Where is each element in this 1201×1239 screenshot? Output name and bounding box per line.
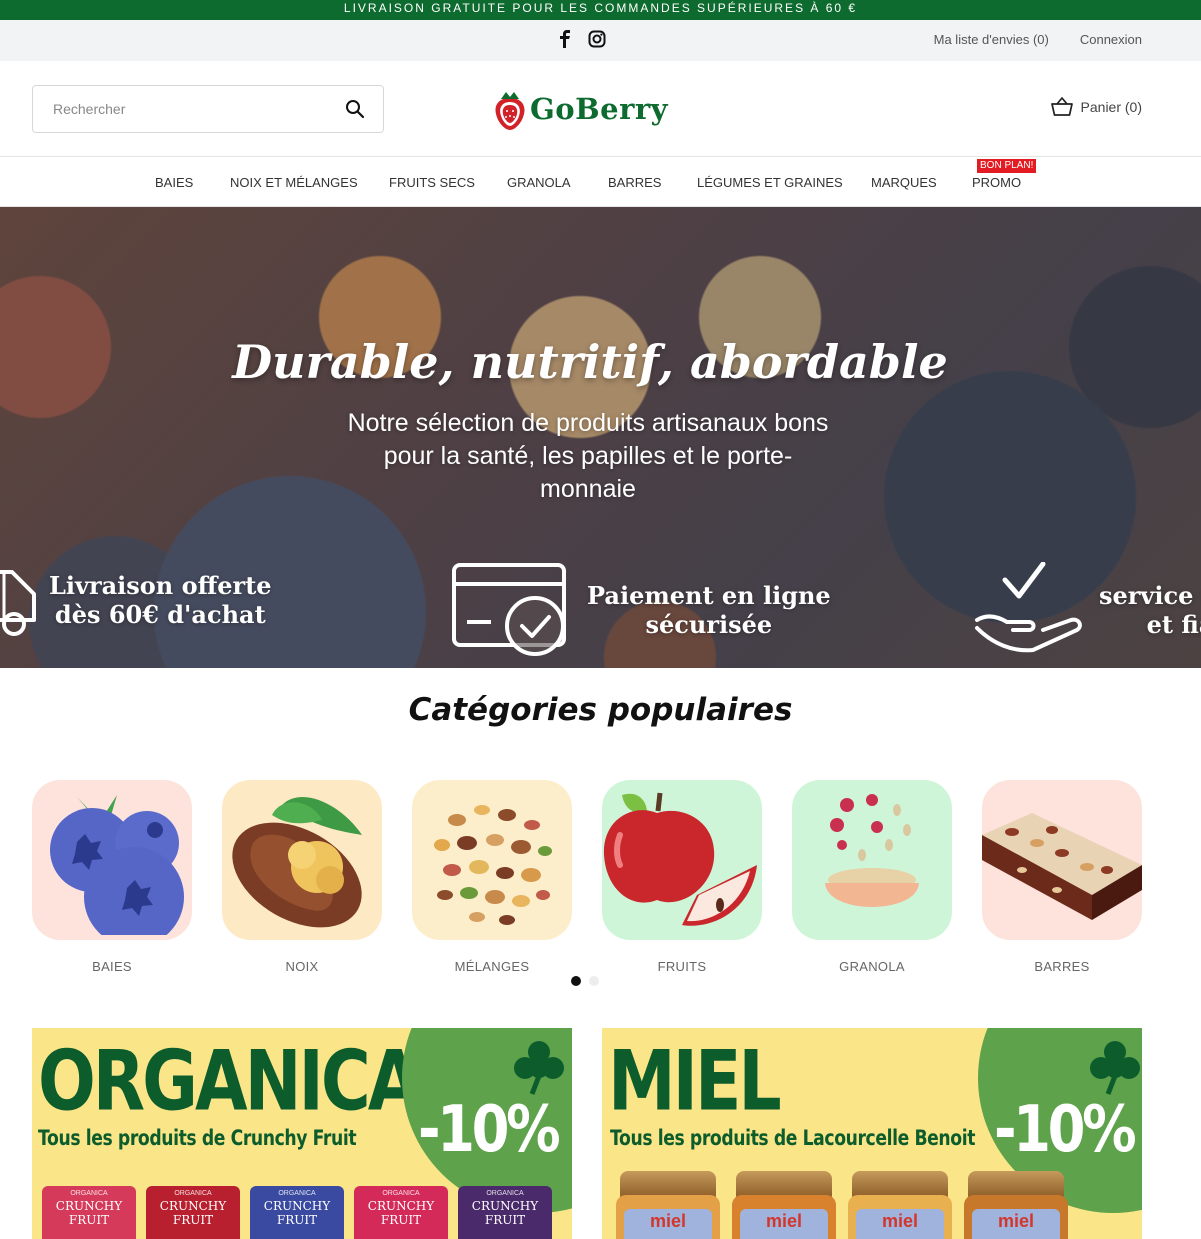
promo-brand: MIEL — [608, 1033, 782, 1131]
site-header: GoBerry Panier (0) — [0, 61, 1201, 157]
category-label: MÉLANGES — [454, 959, 530, 974]
category-tile — [32, 780, 192, 940]
clover-icon — [1090, 1041, 1140, 1095]
carousel-dot-1[interactable] — [571, 976, 581, 986]
hero-title: Durable, nutritif, abordable — [232, 335, 948, 389]
truck-icon — [0, 570, 36, 636]
basket-icon — [1050, 97, 1073, 116]
product-pack: ORGANICA CRUNCHY FRUIT — [458, 1186, 552, 1239]
search-input[interactable] — [33, 86, 323, 132]
feature-secure-payment-line2: sécurisée — [645, 610, 773, 639]
nav-item-noix-melanges[interactable]: NOIX ET MÉLANGES — [230, 175, 358, 190]
category-label: NOIX — [285, 959, 319, 974]
walnut-icon — [232, 796, 362, 928]
main-nav: BAIES NOIX ET MÉLANGES FRUITS SECS GRANO… — [0, 157, 1201, 207]
facebook-icon[interactable] — [558, 30, 572, 48]
clover-icon — [514, 1041, 564, 1095]
granola-bowl-icon — [825, 794, 919, 907]
hand-check-icon — [975, 562, 1082, 653]
logo-text: GoBerry — [530, 92, 668, 126]
carousel-dot-2[interactable] — [589, 976, 599, 986]
cart-link[interactable]: Panier (0) — [1050, 97, 1142, 117]
promo-discount: -10% — [994, 1093, 1137, 1167]
category-melanges[interactable]: MÉLANGES — [412, 780, 572, 974]
feature-service-line2: et fia — [1146, 610, 1201, 639]
product-pack: ORGANICA CRUNCHY FRUIT — [42, 1186, 136, 1239]
promo-tagline: Tous les produits de Crunchy Fruit — [38, 1126, 357, 1150]
feature-free-delivery-line1: Livraison offerte — [49, 571, 272, 600]
promo-brand: ORGANICA — [38, 1033, 420, 1131]
wishlist-link[interactable]: Ma liste d'envies (0) — [934, 32, 1049, 47]
nav-item-legumes-graines[interactable]: LÉGUMES ET GRAINES — [697, 175, 843, 190]
logo[interactable]: GoBerry — [493, 86, 668, 132]
honey-jar: miel — [732, 1171, 836, 1239]
category-tile — [412, 780, 572, 940]
strawberry-logo-icon — [495, 92, 525, 130]
category-tile — [602, 780, 762, 940]
product-pack: ORGANICA CRUNCHY FRUIT — [250, 1186, 344, 1239]
honey-jar: miel — [616, 1171, 720, 1239]
category-barres[interactable]: BARRES — [982, 780, 1142, 974]
nav-item-promo[interactable]: PROMO — [972, 175, 1021, 190]
top-bar: Ma liste d'envies (0) Connexion — [0, 20, 1201, 61]
search-icon[interactable] — [345, 99, 365, 119]
nav-item-barres[interactable]: BARRES — [608, 175, 661, 190]
nav-item-marques[interactable]: MARQUES — [871, 175, 937, 190]
feature-service-line1: service r — [1099, 581, 1201, 610]
category-carousel: BAIES NOIX MÉLANGES FRUITS GRANOLA BARRE… — [0, 736, 1201, 1020]
login-link[interactable]: Connexion — [1080, 32, 1142, 47]
product-packs: ORGANICA CRUNCHY FRUIT ORGANICA CRUNCHY FR… — [42, 1186, 552, 1239]
nav-item-granola[interactable]: GRANOLA — [507, 175, 571, 190]
category-granola[interactable]: GRANOLA — [792, 780, 952, 974]
product-pack: ORGANICA CRUNCHY FRUIT — [354, 1186, 448, 1239]
category-label: FRUITS — [657, 959, 707, 974]
category-tile — [792, 780, 952, 940]
promo-banner-organica[interactable]: ORGANICA Tous les produits de Crunchy Fr… — [32, 1028, 572, 1239]
feature-free-delivery-line2: dès 60€ d'achat — [54, 600, 266, 629]
category-label: BAIES — [92, 959, 132, 974]
blueberries-icon — [50, 795, 184, 935]
category-baies[interactable]: BAIES — [32, 780, 192, 974]
category-label: BARRES — [1034, 959, 1090, 974]
mixed-nuts-icon — [434, 805, 552, 925]
feature-service: service r et fia — [973, 562, 1201, 658]
search-box — [32, 85, 384, 133]
category-label: GRANOLA — [839, 959, 905, 974]
category-tile — [222, 780, 382, 940]
secure-payment-icon — [452, 563, 566, 656]
instagram-icon[interactable] — [588, 30, 606, 48]
nut-bar-icon — [982, 813, 1142, 920]
category-tile — [982, 780, 1142, 940]
nav-item-baies[interactable]: BAIES — [155, 175, 193, 190]
promo-badge: BON PLAN! — [977, 159, 1037, 173]
cart-label: Panier (0) — [1080, 99, 1142, 115]
feature-free-delivery: Livraison offerte dès 60€ d'achat — [0, 562, 272, 638]
honey-jar: miel — [848, 1171, 952, 1239]
apple-icon — [603, 792, 757, 926]
social-links — [558, 30, 606, 48]
promo-banner-miel[interactable]: MIEL Tous les produits de Lacourcelle Be… — [602, 1028, 1142, 1239]
feature-secure-payment-line1: Paiement en ligne — [587, 581, 831, 610]
nav-item-fruits-secs[interactable]: FRUITS SECS — [389, 175, 475, 190]
feature-secure-payment: Paiement en ligne sécurisée — [451, 562, 831, 658]
category-fruits[interactable]: FRUITS — [602, 780, 762, 974]
product-pack: ORGANICA CRUNCHY FRUIT — [146, 1186, 240, 1239]
honey-jar: miel — [964, 1171, 1068, 1239]
categories-title: Catégories populaires — [408, 692, 793, 728]
category-noix[interactable]: NOIX — [222, 780, 382, 974]
hero-banner: Durable, nutritif, abordable Notre sélec… — [0, 207, 1201, 668]
promo-discount: -10% — [418, 1093, 561, 1167]
carousel-dots — [571, 976, 599, 986]
honey-jars: miel miel miel miel — [616, 1171, 1068, 1239]
hero-subtitle: Notre sélection de produits artisanaux b… — [347, 409, 829, 503]
announcement-bar: LIVRAISON GRATUITE POUR LES COMMANDES SU… — [0, 0, 1201, 20]
promo-tagline: Tous les produits de Lacourcelle Benoit — [610, 1126, 976, 1150]
